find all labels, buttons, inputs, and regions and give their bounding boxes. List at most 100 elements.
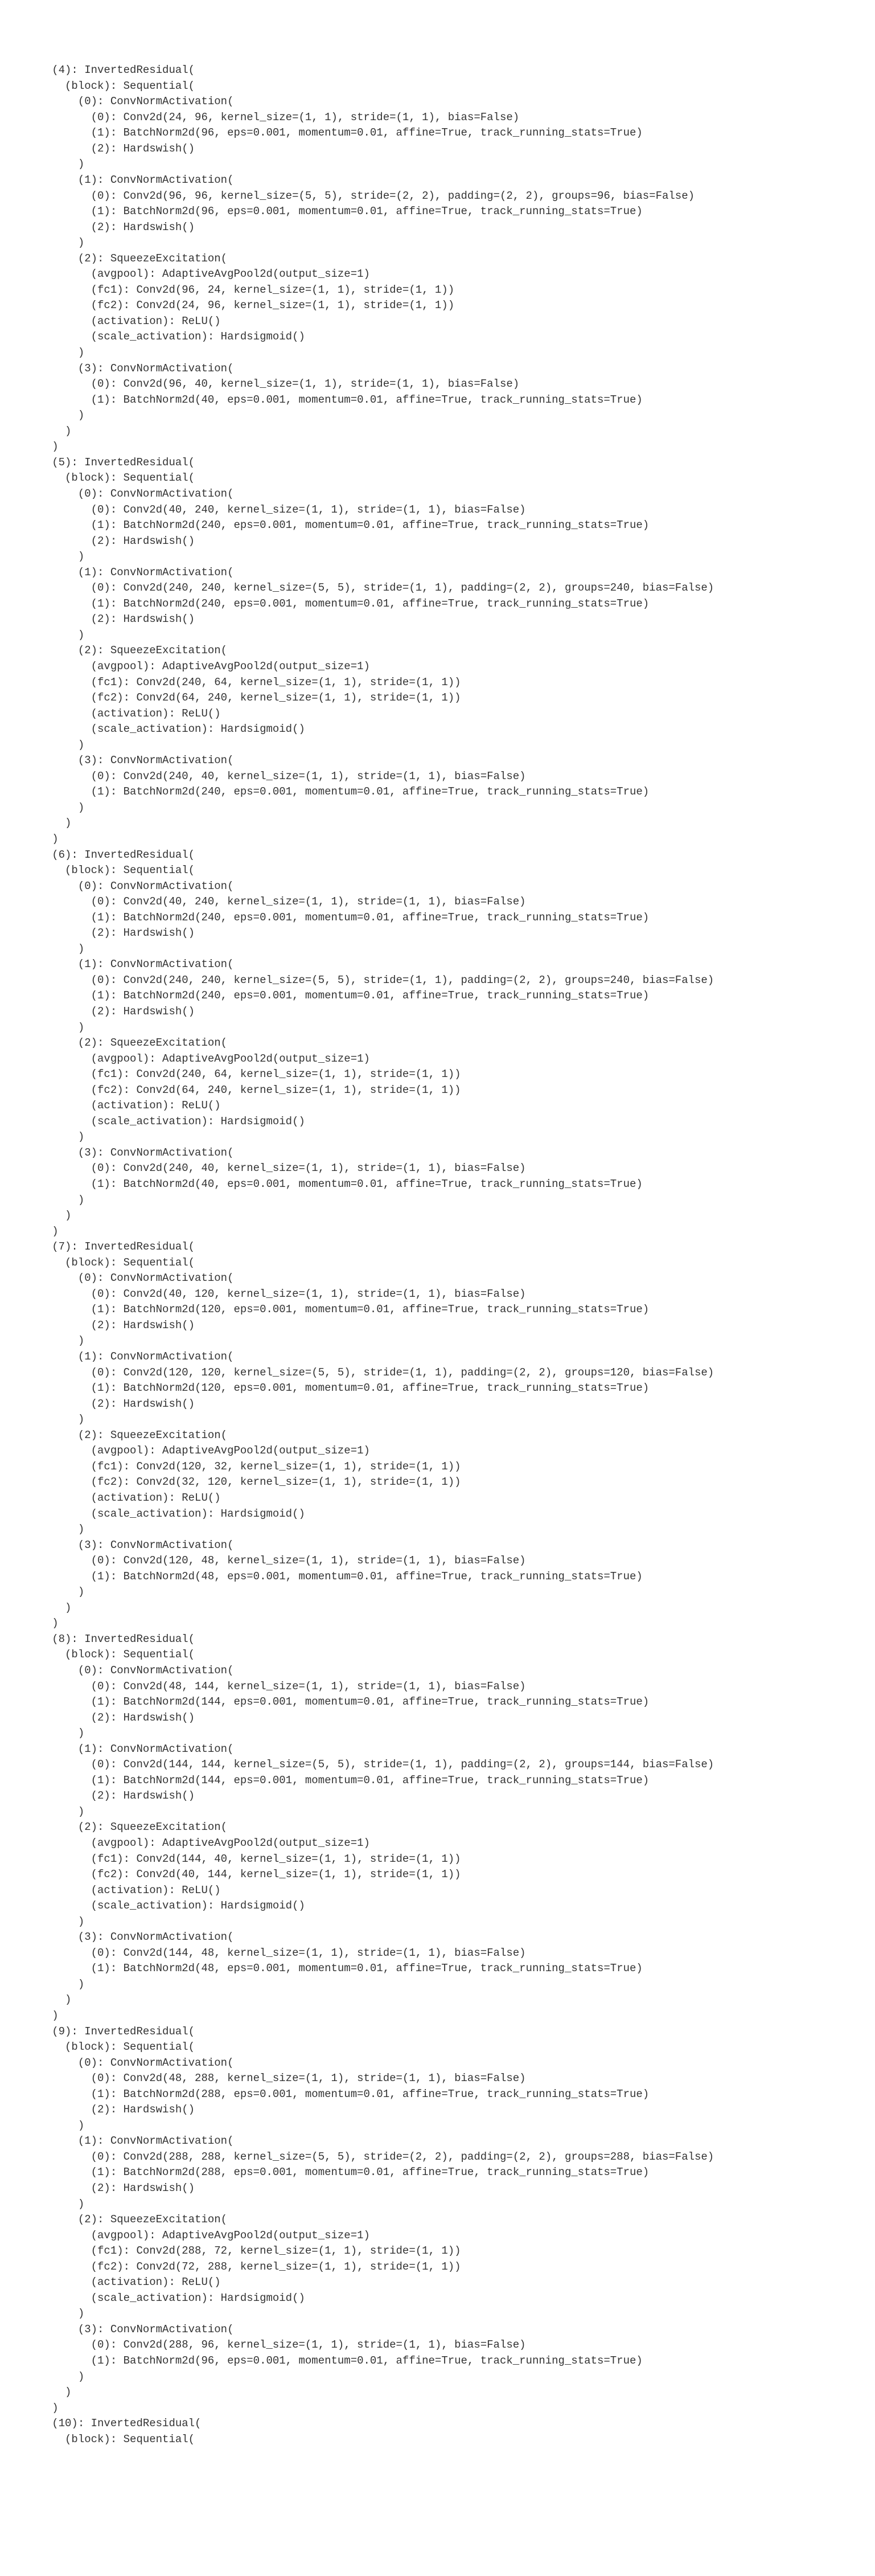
code-line: (3): ConvNormActivation( bbox=[0, 1145, 875, 1161]
code-line: (3): ConvNormActivation( bbox=[0, 1538, 875, 1554]
code-line: ) bbox=[0, 2369, 875, 2385]
code-line: (scale_activation): Hardsigmoid() bbox=[0, 1506, 875, 1522]
code-line: (1): BatchNorm2d(240, eps=0.001, momentu… bbox=[0, 518, 875, 534]
code-line: (4): InvertedResidual( bbox=[0, 63, 875, 79]
code-line: (5): InvertedResidual( bbox=[0, 455, 875, 471]
code-line: (1): BatchNorm2d(40, eps=0.001, momentum… bbox=[0, 392, 875, 408]
code-line: (avgpool): AdaptiveAvgPool2d(output_size… bbox=[0, 1051, 875, 1067]
code-line: ) bbox=[0, 424, 875, 440]
code-line: (fc1): Conv2d(288, 72, kernel_size=(1, 1… bbox=[0, 2243, 875, 2259]
code-line: ) bbox=[0, 1977, 875, 1993]
code-line: (2): Hardswish() bbox=[0, 2181, 875, 2197]
code-line: (6): InvertedResidual( bbox=[0, 847, 875, 863]
code-line: (block): Sequential( bbox=[0, 79, 875, 95]
code-line: (fc2): Conv2d(32, 120, kernel_size=(1, 1… bbox=[0, 1475, 875, 1490]
code-line: (fc1): Conv2d(240, 64, kernel_size=(1, 1… bbox=[0, 1067, 875, 1083]
code-line: (9): InvertedResidual( bbox=[0, 2024, 875, 2040]
code-line: (fc2): Conv2d(40, 144, kernel_size=(1, 1… bbox=[0, 1867, 875, 1883]
code-line: (0): Conv2d(240, 40, kernel_size=(1, 1),… bbox=[0, 769, 875, 785]
code-line: ) bbox=[0, 2197, 875, 2213]
code-line: ) bbox=[0, 235, 875, 251]
code-line: (scale_activation): Hardsigmoid() bbox=[0, 1114, 875, 1130]
code-line: ) bbox=[0, 1914, 875, 1930]
code-line: (2): Hardswish() bbox=[0, 925, 875, 941]
code-line: ) bbox=[0, 1333, 875, 1349]
code-line: (1): ConvNormActivation( bbox=[0, 173, 875, 189]
code-line: ) bbox=[0, 439, 875, 455]
code-line: (0): Conv2d(288, 288, kernel_size=(5, 5)… bbox=[0, 2149, 875, 2165]
code-line: (0): Conv2d(96, 96, kernel_size=(5, 5), … bbox=[0, 189, 875, 204]
code-line: ) bbox=[0, 800, 875, 816]
code-line: (2): SqueezeExcitation( bbox=[0, 1428, 875, 1444]
code-line: (1): BatchNorm2d(240, eps=0.001, momentu… bbox=[0, 784, 875, 800]
code-line: ) bbox=[0, 1726, 875, 1742]
code-line: (0): Conv2d(144, 48, kernel_size=(1, 1),… bbox=[0, 1946, 875, 1961]
code-line: ) bbox=[0, 1616, 875, 1632]
code-line: (block): Sequential( bbox=[0, 863, 875, 879]
code-line: (fc2): Conv2d(64, 240, kernel_size=(1, 1… bbox=[0, 1083, 875, 1099]
model-repr-output: (4): InvertedResidual( (block): Sequenti… bbox=[0, 63, 875, 2470]
code-line: ) bbox=[0, 408, 875, 424]
code-line: (10): InvertedResidual( bbox=[0, 2416, 875, 2432]
code-line: (1): ConvNormActivation( bbox=[0, 1742, 875, 1758]
code-line: (0): Conv2d(48, 144, kernel_size=(1, 1),… bbox=[0, 1679, 875, 1695]
code-line: (3): ConvNormActivation( bbox=[0, 2322, 875, 2338]
code-line: (2): Hardswish() bbox=[0, 612, 875, 628]
code-line: (2): SqueezeExcitation( bbox=[0, 643, 875, 659]
code-line: ) bbox=[0, 1412, 875, 1428]
code-line: ) bbox=[0, 2385, 875, 2401]
code-line: ) bbox=[0, 1600, 875, 1616]
code-line: (0): Conv2d(120, 120, kernel_size=(5, 5)… bbox=[0, 1365, 875, 1381]
code-line: (1): BatchNorm2d(96, eps=0.001, momentum… bbox=[0, 125, 875, 141]
code-line: (avgpool): AdaptiveAvgPool2d(output_size… bbox=[0, 267, 875, 282]
code-line: (0): ConvNormActivation( bbox=[0, 879, 875, 895]
code-line: ) bbox=[0, 1804, 875, 1820]
code-line: (fc2): Conv2d(24, 96, kernel_size=(1, 1)… bbox=[0, 298, 875, 314]
code-line: ) bbox=[0, 2118, 875, 2134]
code-line: ) bbox=[0, 2401, 875, 2417]
code-line: ) bbox=[0, 1522, 875, 1538]
code-line: (0): ConvNormActivation( bbox=[0, 94, 875, 110]
code-line: ) bbox=[0, 2306, 875, 2322]
code-line: (2): Hardswish() bbox=[0, 1396, 875, 1412]
code-line: (2): Hardswish() bbox=[0, 1788, 875, 1804]
code-line: ) bbox=[0, 738, 875, 753]
code-line: (avgpool): AdaptiveAvgPool2d(output_size… bbox=[0, 659, 875, 675]
code-line: (1): BatchNorm2d(240, eps=0.001, momentu… bbox=[0, 596, 875, 612]
code-line: (scale_activation): Hardsigmoid() bbox=[0, 329, 875, 345]
code-line: (activation): ReLU() bbox=[0, 2275, 875, 2291]
code-line: ) bbox=[0, 345, 875, 361]
code-line: (0): Conv2d(288, 96, kernel_size=(1, 1),… bbox=[0, 2337, 875, 2353]
code-line: (2): SqueezeExcitation( bbox=[0, 2212, 875, 2228]
code-line: ) bbox=[0, 1208, 875, 1224]
code-line: (activation): ReLU() bbox=[0, 1098, 875, 1114]
code-line: (0): Conv2d(48, 288, kernel_size=(1, 1),… bbox=[0, 2071, 875, 2087]
code-line: (3): ConvNormActivation( bbox=[0, 753, 875, 769]
code-line: (1): BatchNorm2d(144, eps=0.001, momentu… bbox=[0, 1694, 875, 1710]
code-line: (1): BatchNorm2d(96, eps=0.001, momentum… bbox=[0, 204, 875, 220]
code-line: (2): Hardswish() bbox=[0, 1710, 875, 1726]
code-line: (avgpool): AdaptiveAvgPool2d(output_size… bbox=[0, 1443, 875, 1459]
code-line: ) bbox=[0, 157, 875, 173]
code-line: (1): BatchNorm2d(240, eps=0.001, momentu… bbox=[0, 910, 875, 926]
code-line: (2): Hardswish() bbox=[0, 1004, 875, 1020]
code-line: (2): Hardswish() bbox=[0, 2102, 875, 2118]
code-line: (scale_activation): Hardsigmoid() bbox=[0, 1898, 875, 1914]
code-line: (0): Conv2d(120, 48, kernel_size=(1, 1),… bbox=[0, 1553, 875, 1569]
code-line: (1): BatchNorm2d(48, eps=0.001, momentum… bbox=[0, 1961, 875, 1977]
code-line: (8): InvertedResidual( bbox=[0, 1632, 875, 1648]
code-line: (1): BatchNorm2d(48, eps=0.001, momentum… bbox=[0, 1569, 875, 1585]
code-line: (2): Hardswish() bbox=[0, 1318, 875, 1334]
code-line: (fc2): Conv2d(64, 240, kernel_size=(1, 1… bbox=[0, 690, 875, 706]
code-line: (1): BatchNorm2d(144, eps=0.001, momentu… bbox=[0, 1773, 875, 1789]
code-line: (1): ConvNormActivation( bbox=[0, 957, 875, 973]
code-line: (0): Conv2d(240, 240, kernel_size=(5, 5)… bbox=[0, 580, 875, 596]
code-line: (3): ConvNormActivation( bbox=[0, 361, 875, 377]
code-line: (block): Sequential( bbox=[0, 1647, 875, 1663]
code-line: (1): ConvNormActivation( bbox=[0, 565, 875, 581]
code-line: (scale_activation): Hardsigmoid() bbox=[0, 722, 875, 738]
code-line: ) bbox=[0, 1020, 875, 1036]
code-line: ) bbox=[0, 549, 875, 565]
code-line: ) bbox=[0, 1584, 875, 1600]
code-line: ) bbox=[0, 941, 875, 957]
